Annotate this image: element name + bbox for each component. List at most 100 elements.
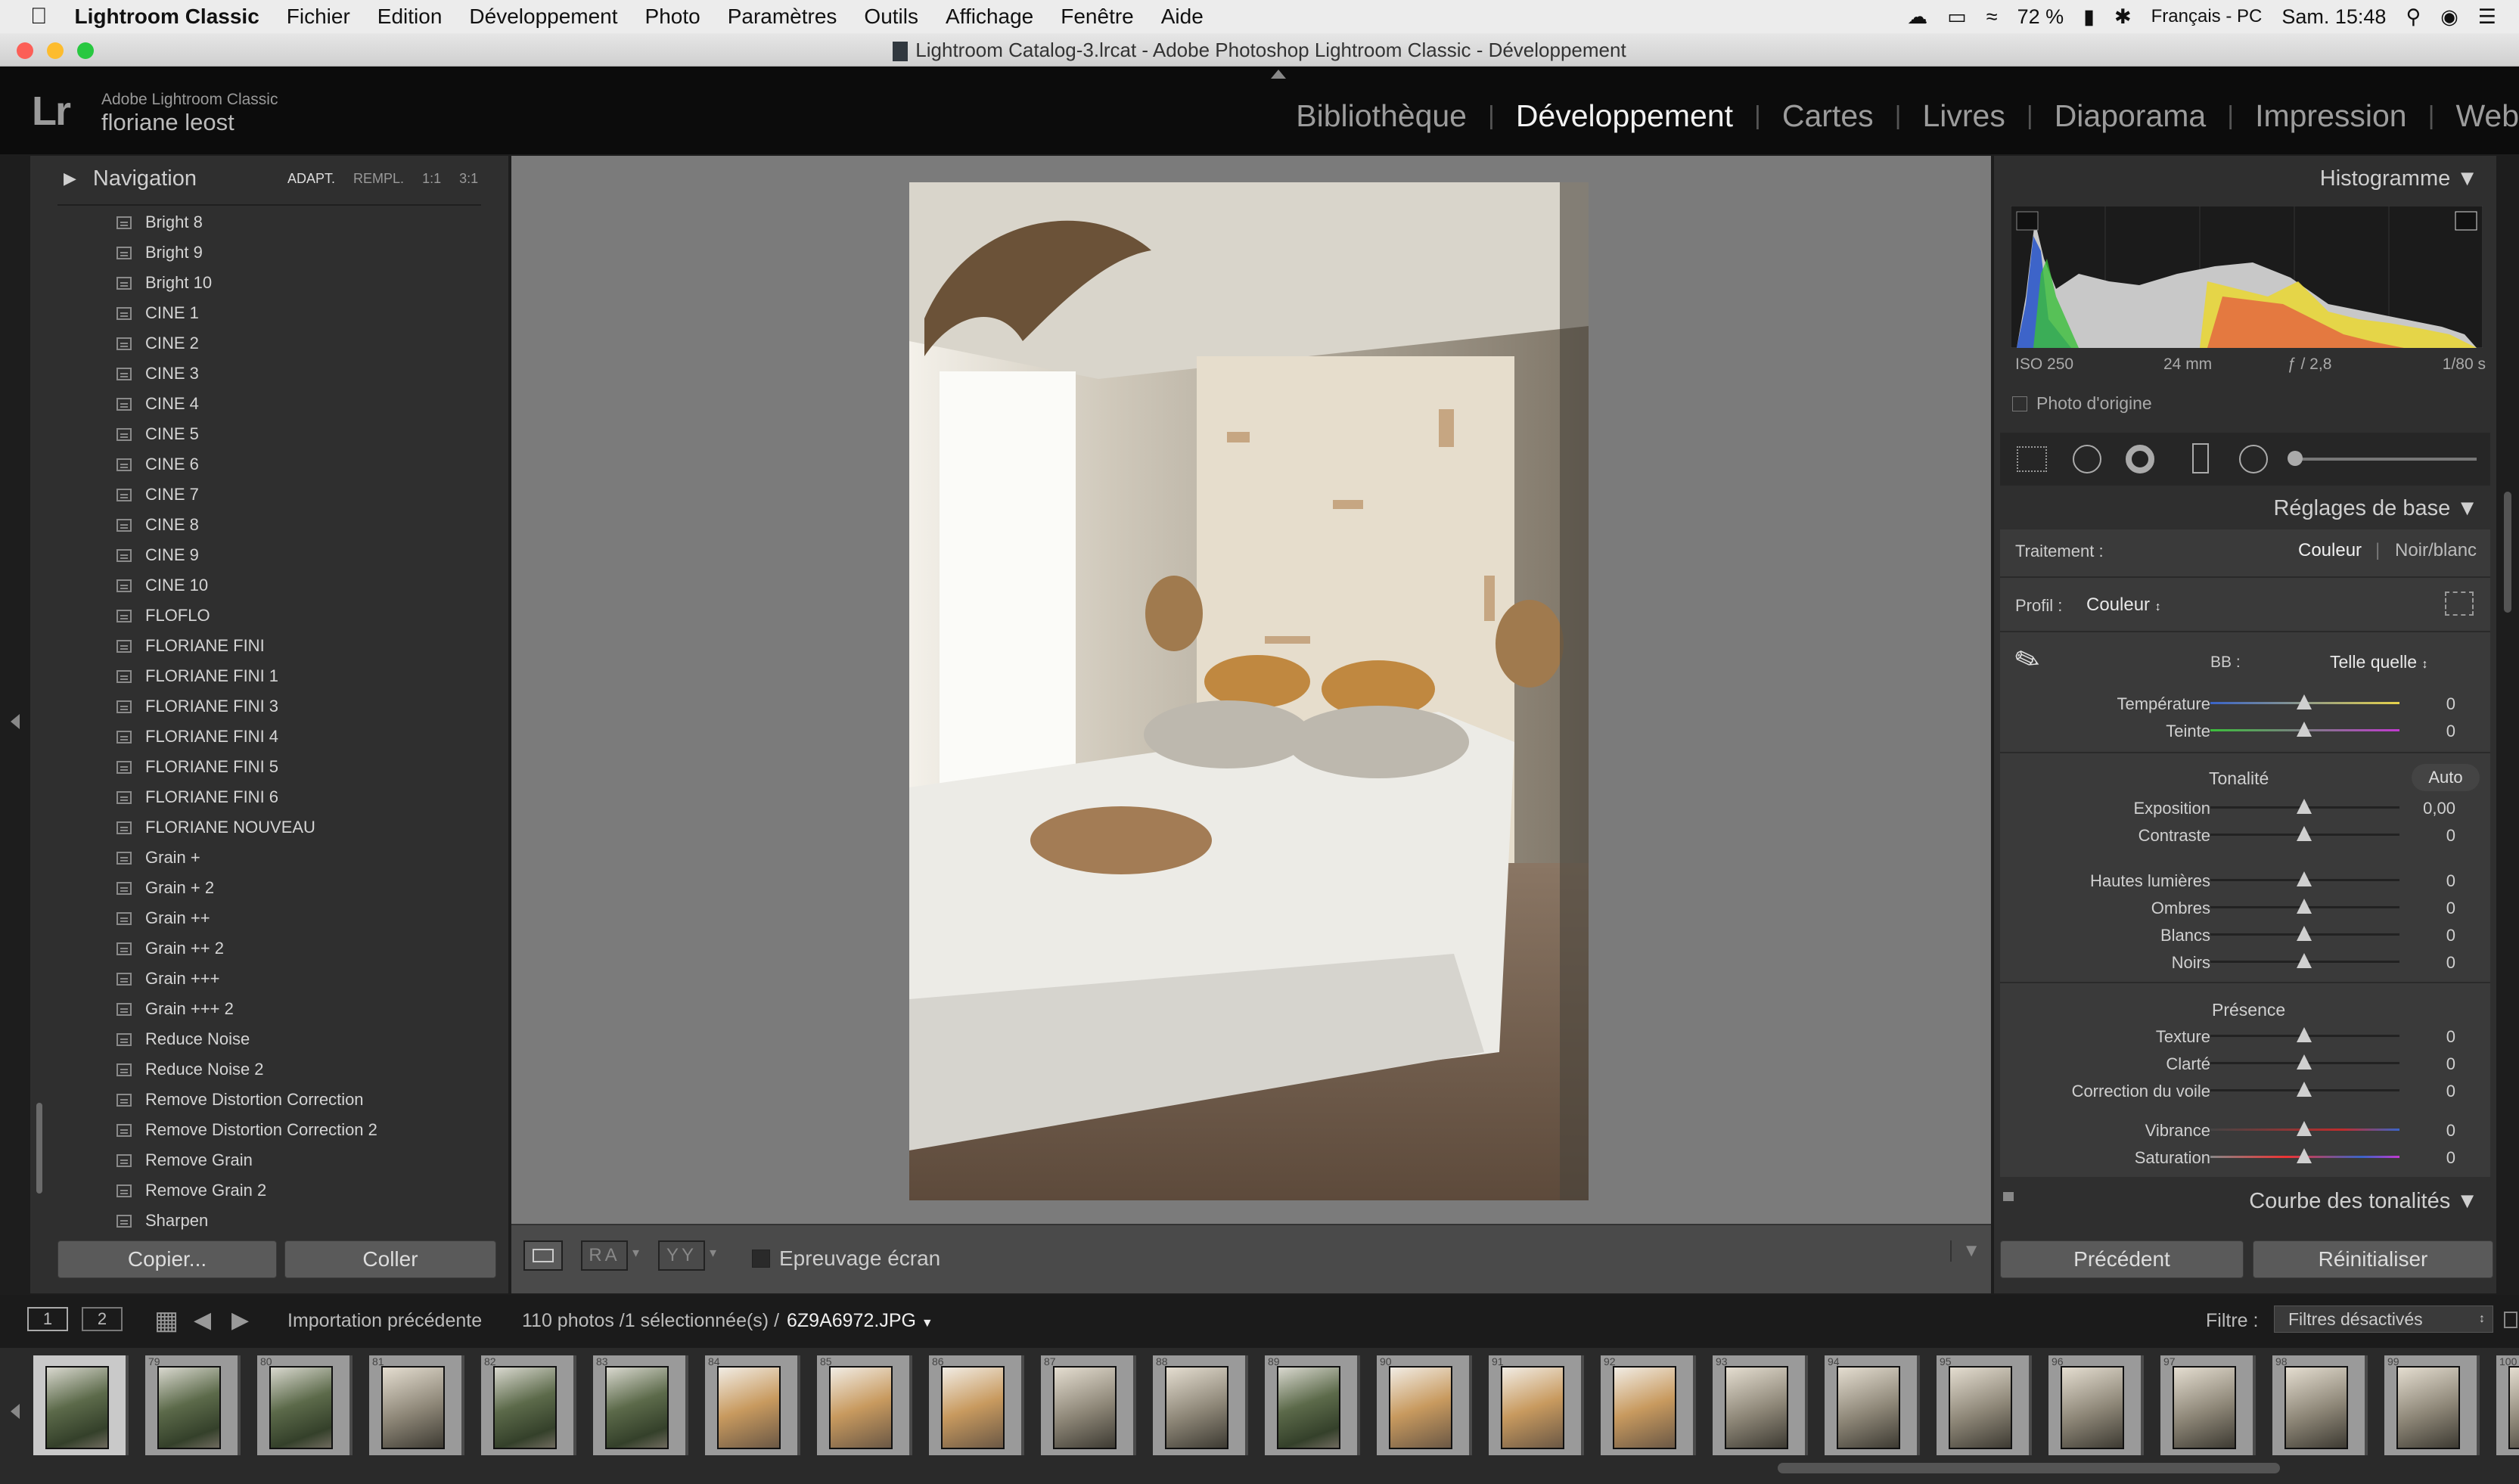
spotlight-search-icon[interactable]: ⚲ bbox=[2406, 5, 2421, 29]
slider-blacks[interactable]: Noirs 0 bbox=[1994, 948, 2496, 976]
preset-item[interactable]: Grain ++ 2 bbox=[45, 933, 496, 964]
language-menu[interactable]: Français - PC bbox=[2151, 6, 2263, 27]
paste-settings-button[interactable]: Coller bbox=[284, 1240, 496, 1278]
selected-filename[interactable]: 6Z9A6972.JPG ▼ bbox=[787, 1310, 933, 1332]
preset-item[interactable]: FLORIANE FINI 5 bbox=[45, 752, 496, 782]
auto-tone-button[interactable]: Auto bbox=[2412, 764, 2480, 791]
slider-thumb[interactable] bbox=[2297, 1082, 2312, 1097]
filmstrip-thumbnail[interactable]: 93 bbox=[1713, 1355, 1808, 1455]
filmstrip-thumbnail[interactable]: 85 bbox=[817, 1355, 912, 1455]
slider-value[interactable]: 0 bbox=[2395, 1054, 2455, 1074]
treatment-color-button[interactable]: Couleur bbox=[2298, 540, 2362, 561]
clock[interactable]: Sam. 15:48 bbox=[2281, 5, 2386, 29]
preset-item[interactable]: Reduce Noise bbox=[45, 1024, 496, 1054]
slider-shadows[interactable]: Ombres 0 bbox=[1994, 894, 2496, 921]
preset-item[interactable]: Bright 10 bbox=[45, 268, 496, 298]
before-after-button[interactable]: RA bbox=[581, 1240, 628, 1271]
red-eye-icon[interactable] bbox=[2126, 445, 2154, 473]
shadow-clipping-indicator[interactable] bbox=[2016, 211, 2039, 231]
slider-exposure[interactable]: Exposition 0,00 bbox=[1994, 794, 2496, 821]
menu-fenetre[interactable]: Fenêtre bbox=[1047, 5, 1148, 29]
wifi-icon[interactable]: ≈ bbox=[1986, 5, 1998, 29]
preset-item[interactable]: CINE 9 bbox=[45, 540, 496, 570]
zoom-fill[interactable]: REMPL. bbox=[353, 171, 404, 187]
minimize-window-button[interactable] bbox=[47, 42, 64, 59]
filmstrip-thumbnail[interactable]: 79 bbox=[145, 1355, 241, 1455]
slider-thumb[interactable] bbox=[2297, 1027, 2312, 1042]
main-photo[interactable] bbox=[909, 182, 1589, 1200]
slider-temperature[interactable]: Température 0 bbox=[1994, 690, 2496, 717]
preset-item[interactable]: Grain + bbox=[45, 843, 496, 873]
filmstrip-thumbnail[interactable]: 84 bbox=[705, 1355, 800, 1455]
filmstrip-scrollbar[interactable] bbox=[1778, 1463, 2280, 1473]
zoom-3-1[interactable]: 3:1 bbox=[459, 171, 478, 187]
highlight-clipping-indicator[interactable] bbox=[2455, 211, 2477, 231]
filmstrip-left-arrow[interactable] bbox=[11, 1404, 20, 1419]
graduated-filter-icon[interactable] bbox=[2192, 443, 2209, 473]
preset-item[interactable]: FLORIANE FINI 4 bbox=[45, 722, 496, 752]
filmstrip-source[interactable]: Importation précédente bbox=[287, 1310, 482, 1332]
filter-lock-icon[interactable] bbox=[2504, 1312, 2517, 1328]
spot-removal-icon[interactable] bbox=[2073, 445, 2101, 473]
preset-item[interactable]: CINE 5 bbox=[45, 419, 496, 449]
menu-affichage[interactable]: Affichage bbox=[932, 5, 1047, 29]
zoom-fit[interactable]: ADAPT. bbox=[287, 171, 335, 187]
notification-center-icon[interactable]: ☰ bbox=[2478, 5, 2496, 29]
slider-thumb[interactable] bbox=[2297, 871, 2312, 886]
filmstrip-thumbnail[interactable]: 87 bbox=[1041, 1355, 1136, 1455]
menu-photo[interactable]: Photo bbox=[632, 5, 714, 29]
slider-contrast[interactable]: Contraste 0 bbox=[1994, 821, 2496, 849]
bluetooth-icon[interactable]: ✱ bbox=[2114, 5, 2132, 29]
menu-edition[interactable]: Edition bbox=[364, 5, 456, 29]
swap-dropdown-icon[interactable]: ▾ bbox=[710, 1245, 716, 1261]
slider-vibrance[interactable]: Vibrance 0 bbox=[1994, 1116, 2496, 1144]
filmstrip-thumbnail[interactable]: 92 bbox=[1601, 1355, 1696, 1455]
slider-value[interactable]: 0 bbox=[2395, 1121, 2455, 1141]
panel-top-toggle-arrow[interactable] bbox=[1271, 70, 1286, 79]
original-photo-checkbox[interactable] bbox=[2012, 396, 2027, 411]
preset-item[interactable]: CINE 10 bbox=[45, 570, 496, 601]
back-arrow-icon[interactable]: ◀ bbox=[194, 1307, 211, 1333]
module-cartes[interactable]: Cartes bbox=[1761, 98, 1895, 134]
filmstrip-thumbnail[interactable]: 89 bbox=[1265, 1355, 1360, 1455]
filmstrip-thumbnail[interactable]: 98 bbox=[2272, 1355, 2368, 1455]
creative-cloud-icon[interactable]: ☁ bbox=[1907, 5, 1927, 29]
preset-item[interactable]: CINE 4 bbox=[45, 389, 496, 419]
tone-curve-toggle-switch[interactable] bbox=[2003, 1192, 2014, 1201]
slider-thumb[interactable] bbox=[2297, 953, 2312, 968]
slider-value[interactable]: 0 bbox=[2395, 871, 2455, 891]
menu-parametres[interactable]: Paramètres bbox=[714, 5, 851, 29]
module-impression[interactable]: Impression bbox=[2234, 98, 2428, 134]
preset-item[interactable]: FLORIANE NOUVEAU bbox=[45, 812, 496, 843]
slider-thumb[interactable] bbox=[2297, 1148, 2312, 1163]
apple-menu-icon[interactable]:  bbox=[0, 4, 61, 29]
slider-value[interactable]: 0 bbox=[2395, 1027, 2455, 1047]
profile-browser-icon[interactable] bbox=[2445, 591, 2474, 616]
filmstrip-thumbnail[interactable]: 83 bbox=[593, 1355, 688, 1455]
crop-tool-icon[interactable] bbox=[2017, 446, 2047, 472]
filmstrip-thumbnail[interactable]: 80 bbox=[257, 1355, 353, 1455]
navigator-header[interactable]: ▶ Navigation ADAPT. REMPL. 1:1 3:1 bbox=[30, 156, 508, 201]
menu-app-name[interactable]: Lightroom Classic bbox=[61, 5, 273, 29]
battery-icon[interactable]: ▮ bbox=[2083, 5, 2095, 29]
slider-value[interactable]: 0 bbox=[2395, 722, 2455, 741]
menu-aide[interactable]: Aide bbox=[1148, 5, 1217, 29]
loupe-view-button[interactable] bbox=[523, 1240, 563, 1271]
preset-item[interactable]: CINE 7 bbox=[45, 480, 496, 510]
zoom-1-1[interactable]: 1:1 bbox=[422, 171, 441, 187]
basic-header[interactable]: Réglages de base ▼ bbox=[1994, 490, 2496, 528]
preset-item[interactable]: FLORIANE FINI bbox=[45, 631, 496, 661]
slider-highlights[interactable]: Hautes lumières 0 bbox=[1994, 867, 2496, 894]
slider-thumb[interactable] bbox=[2297, 826, 2312, 841]
close-window-button[interactable] bbox=[17, 42, 33, 59]
slider-value[interactable]: 0 bbox=[2395, 926, 2455, 945]
preset-item[interactable]: FLOFLO bbox=[45, 601, 496, 631]
preset-item[interactable]: Remove Grain bbox=[45, 1145, 496, 1175]
profile-select[interactable]: Couleur ↕ bbox=[2086, 595, 2161, 616]
slider-value[interactable]: 0 bbox=[2395, 694, 2455, 714]
slider-tint[interactable]: Teinte 0 bbox=[1994, 717, 2496, 744]
preset-item[interactable]: CINE 6 bbox=[45, 449, 496, 480]
primary-screen-button[interactable]: 1 bbox=[27, 1307, 68, 1331]
right-panel-scrollbar[interactable] bbox=[2504, 492, 2511, 613]
filmstrip-thumbnail[interactable]: 81 bbox=[369, 1355, 464, 1455]
